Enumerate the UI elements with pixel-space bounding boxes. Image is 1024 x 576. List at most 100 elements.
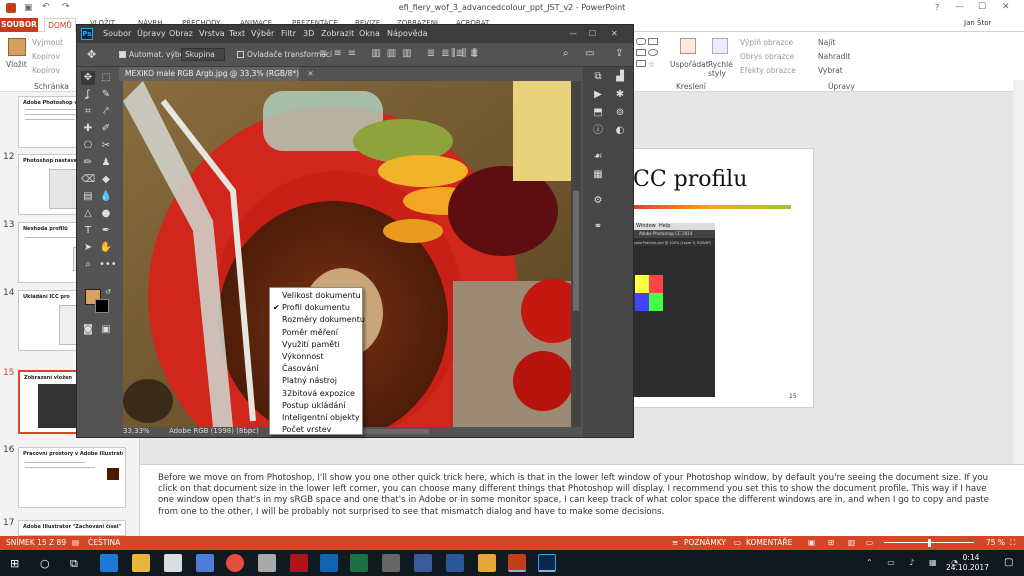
slideshow-icon[interactable]: ▭ [866, 538, 873, 547]
normal-view-icon[interactable]: ▣ [808, 538, 815, 547]
chrome-icon[interactable] [226, 554, 244, 572]
workspace-icon[interactable]: ▭ [585, 48, 594, 59]
help-icon[interactable]: ? [935, 3, 939, 12]
speaker-notes[interactable]: Before we move on from Photoshop, I'll s… [140, 464, 1024, 536]
histogram-panel-icon[interactable]: ▟ [613, 71, 627, 83]
ps-minimize-icon[interactable]: — [569, 29, 577, 38]
path-select-tool-icon[interactable]: ➤ [81, 241, 95, 255]
task-view-icon[interactable]: ⧉ [70, 557, 78, 571]
notifications-icon[interactable]: ▢ [1004, 557, 1013, 568]
menu-text[interactable]: Text [229, 29, 245, 38]
swap-colors-icon[interactable]: ↺ [101, 285, 115, 299]
clock-time[interactable]: 0:14 [956, 553, 986, 562]
menu-upravy[interactable]: Úpravy [137, 29, 166, 38]
pencil-tool-icon[interactable]: ✏ [81, 156, 95, 170]
arrange-icon[interactable] [680, 38, 696, 54]
editor-scrollbar[interactable] [1013, 80, 1024, 464]
zoom-level[interactable]: 33,33% [123, 427, 150, 435]
language-icon[interactable]: ▤ [72, 538, 79, 547]
move-tool-icon[interactable]: ✥ [87, 48, 96, 61]
styles-panel-icon[interactable]: ◐ [613, 125, 627, 137]
clone-tool-icon[interactable]: ♟ [99, 156, 113, 170]
zoom-percent[interactable]: 75 % [986, 538, 1005, 547]
auto-select-dropdown[interactable]: Skupina [181, 48, 225, 61]
pen-tool-icon[interactable]: ✒ [99, 224, 113, 238]
store-icon[interactable] [164, 554, 182, 572]
stamp-tool-icon[interactable]: ⎔ [81, 139, 95, 153]
notes-toggle[interactable]: POZNÁMKY [684, 538, 726, 547]
search-icon[interactable]: ⌕ [563, 48, 569, 59]
replace-button[interactable]: Nahradit [818, 52, 850, 61]
photoshop-taskbar-icon[interactable] [538, 554, 556, 572]
channels-panel-icon[interactable]: ⊚ [613, 107, 627, 119]
paste-icon[interactable] [8, 38, 26, 56]
swatches-panel-icon[interactable]: ▦ [591, 169, 605, 181]
zoom-tool-icon[interactable]: ⌕ [81, 258, 95, 272]
menu-filtr[interactable]: Filtr [281, 29, 296, 38]
outlook-icon[interactable] [320, 554, 338, 572]
info-panel-icon[interactable]: ⓘ [591, 125, 605, 137]
quick-styles-button[interactable]: Rychlé styly [708, 60, 736, 78]
menu-zobrazit[interactable]: Zobrazit [321, 29, 354, 38]
select-button[interactable]: Vybrat [818, 66, 843, 75]
minimize-icon[interactable]: — [955, 2, 964, 12]
status-menu-item[interactable]: Postup ukládání [282, 401, 346, 410]
powerpoint-taskbar-icon[interactable] [508, 554, 526, 572]
file-explorer-icon[interactable] [132, 554, 150, 572]
gradient-tool-icon[interactable]: ▤ [81, 190, 95, 204]
hand-tool-icon[interactable]: ✋ [99, 241, 113, 255]
app2-icon[interactable] [258, 554, 276, 572]
slide-sorter-icon[interactable]: ⊞ [828, 538, 834, 547]
eraser-tool-icon[interactable]: ⌫ [81, 173, 95, 187]
crop-tool-icon[interactable]: ⌗ [81, 105, 95, 119]
app-icon[interactable] [196, 554, 214, 572]
quick-select-tool-icon[interactable]: ✎ [99, 88, 113, 102]
screen-mode-icon[interactable]: ▣ [99, 323, 113, 337]
reading-view-icon[interactable]: ▥ [848, 538, 855, 547]
menu-okna[interactable]: Okna [359, 29, 380, 38]
auto-select-checkbox[interactable] [119, 51, 126, 58]
tab-domu[interactable]: DOMŮ [44, 18, 76, 32]
shape-outline-button[interactable]: Obrys obrazce [740, 52, 794, 61]
excel-icon[interactable] [350, 554, 368, 572]
comments-icon[interactable]: ▭ [734, 538, 741, 547]
menu-napoveda[interactable]: Nápověda [387, 29, 428, 38]
document-info[interactable]: Adobe RGB (1998) (8bpc) [169, 427, 259, 435]
background-color-swatch[interactable] [95, 299, 109, 313]
start-icon[interactable]: ⊞ [10, 557, 19, 570]
ps-close-icon[interactable]: ✕ [611, 29, 618, 38]
acrobat-icon[interactable] [290, 554, 308, 572]
layers-panel-icon[interactable]: ⬒ [591, 107, 605, 119]
comments-toggle[interactable]: KOMENTÁŘE [746, 538, 792, 547]
language-indicator[interactable]: ČEŠTINA [88, 538, 120, 547]
menu-soubor[interactable]: Soubor [103, 29, 131, 38]
ps-maximize-icon[interactable]: ☐ [589, 29, 596, 38]
tab-soubor[interactable]: SOUBOR [0, 18, 38, 32]
status-menu-item[interactable]: Inteligentní objekty [282, 413, 360, 422]
slide-canvas[interactable]: CC profilu Window Help Adobe Photoshop C… [632, 148, 814, 408]
type-tool-icon[interactable]: T [81, 224, 95, 238]
status-menu-item[interactable]: Velikost dokumentu [282, 291, 361, 300]
brush-tool-icon[interactable]: ✐ [99, 122, 113, 136]
save-app-icon[interactable] [414, 554, 432, 572]
word-icon[interactable] [446, 554, 464, 572]
more-tools-icon[interactable]: ••• [99, 258, 117, 272]
paths-panel-icon[interactable]: ⚭ [591, 221, 605, 233]
quick-styles-icon[interactable] [712, 38, 728, 54]
history-brush-tool-icon[interactable]: ✂ [99, 139, 113, 153]
shapes-gallery[interactable]: ☆ [636, 38, 672, 74]
eyedropper-tool-icon[interactable]: ⤤ [99, 105, 113, 119]
status-menu-item[interactable]: 32bitová expozice [282, 389, 355, 398]
dodge-tool-icon[interactable]: ● [99, 207, 113, 221]
paint-panel-icon[interactable]: ☙ [591, 151, 605, 163]
adjustments-panel-icon[interactable]: ✱ [613, 89, 627, 101]
quick-mask-icon[interactable]: ◙ [81, 323, 95, 337]
status-menu-item[interactable]: Počet vrstev [282, 425, 331, 434]
triangle-tool-icon[interactable]: △ [81, 207, 95, 221]
find-button[interactable]: Najít [818, 38, 835, 47]
notes-icon[interactable]: ≡ [672, 538, 678, 547]
actions-panel-icon[interactable]: ▶ [591, 89, 605, 101]
canvas-vertical-scrollbar[interactable] [571, 81, 581, 427]
move-tool-icon[interactable]: ✥ [81, 71, 95, 85]
zoom-slider-thumb[interactable] [928, 539, 931, 547]
